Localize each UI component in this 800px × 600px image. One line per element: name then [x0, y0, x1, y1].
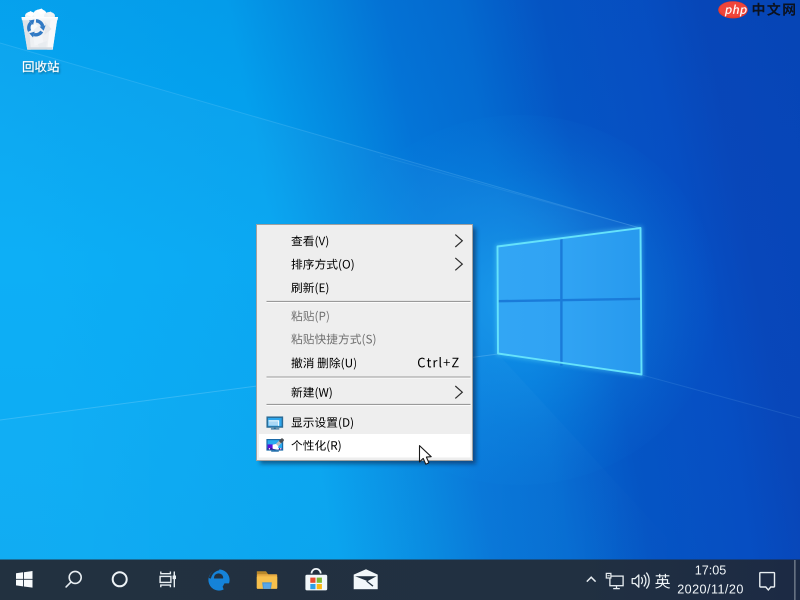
svg-text:2020/11/20: 2020/11/20	[677, 583, 744, 597]
svg-text:17:05: 17:05	[695, 564, 727, 578]
